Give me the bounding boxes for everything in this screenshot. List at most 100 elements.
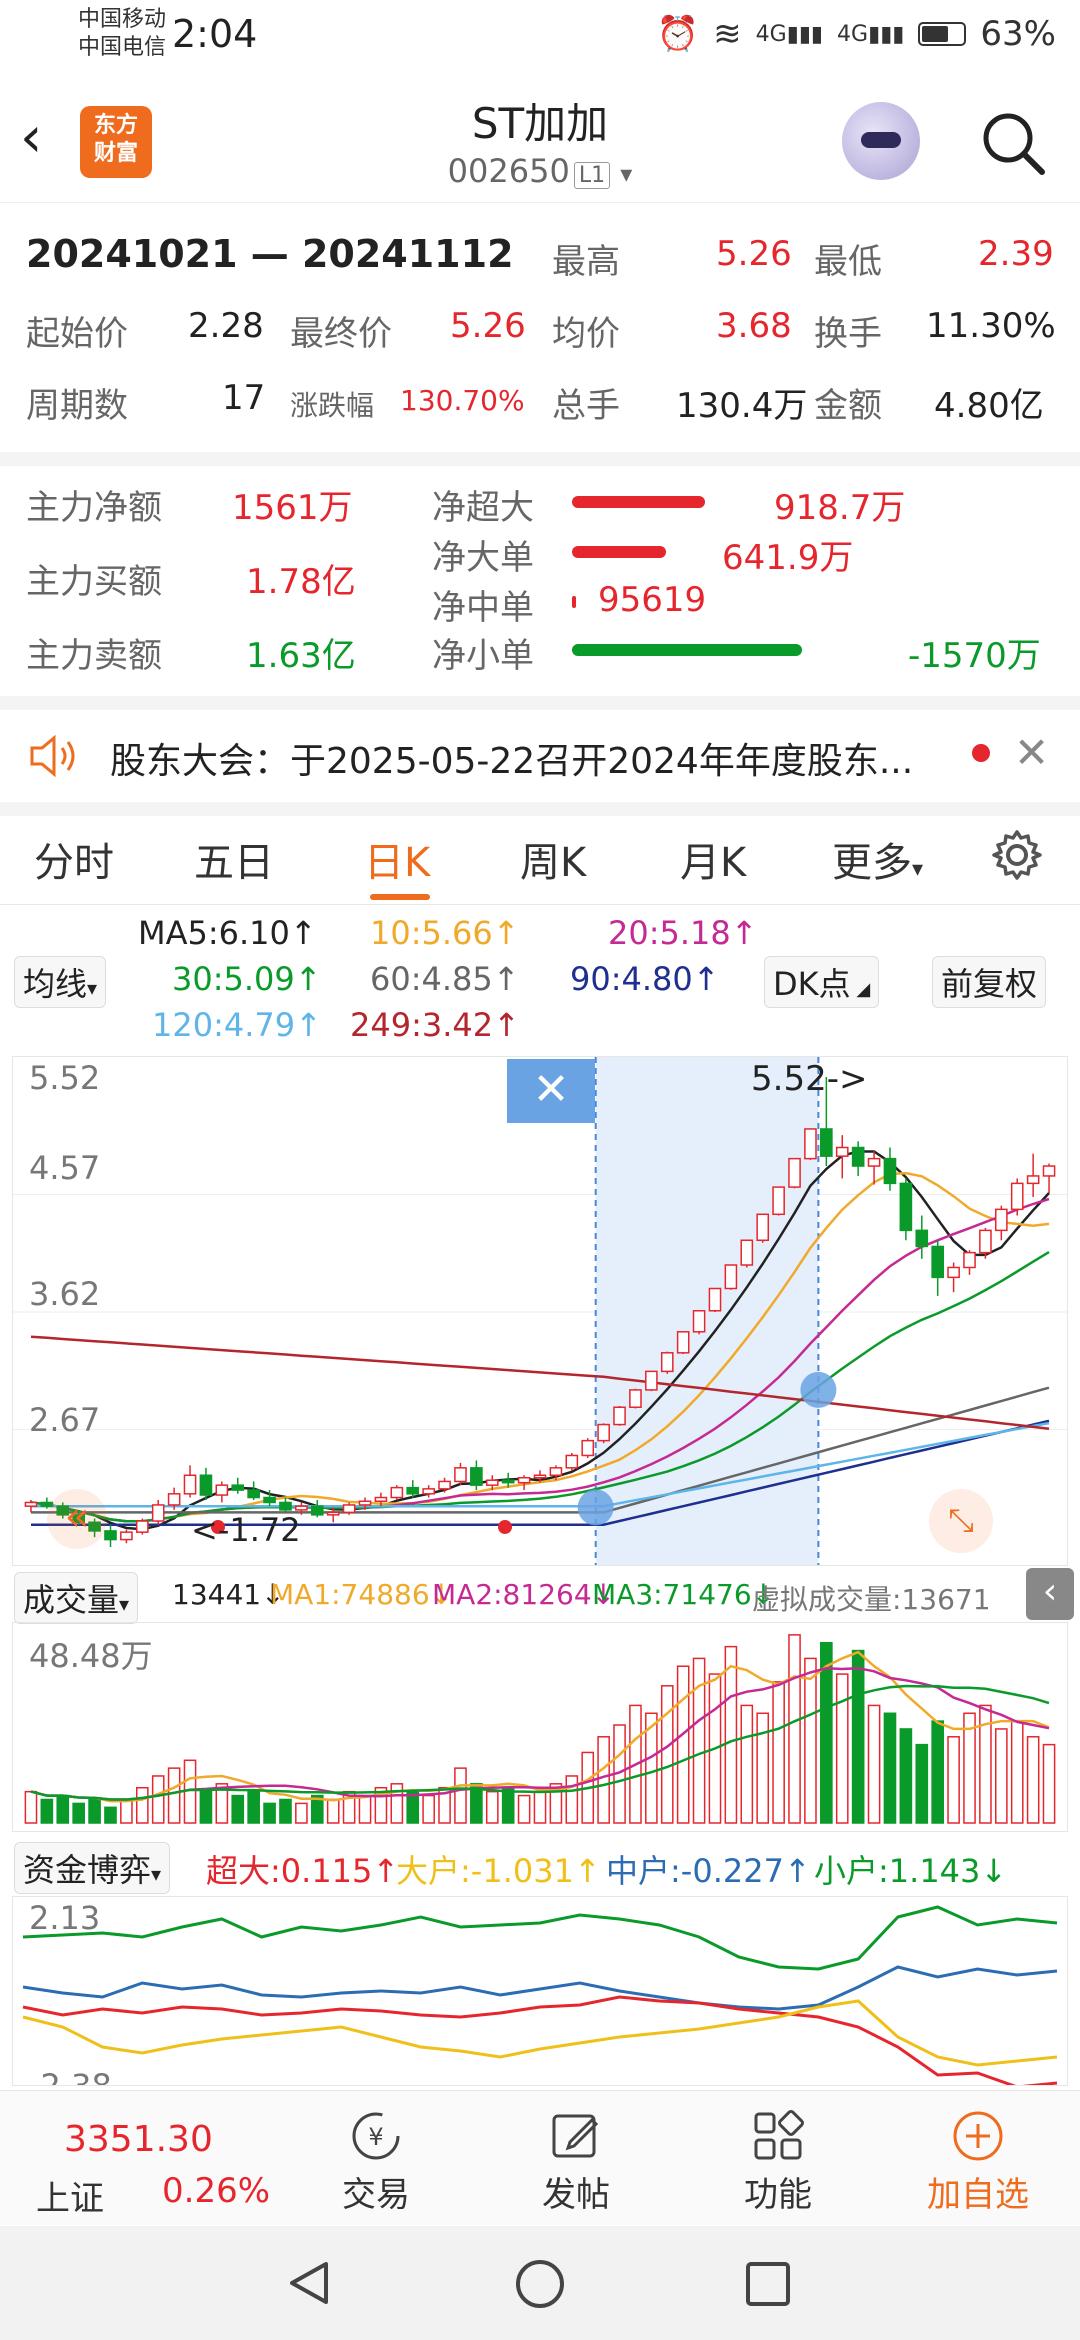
volume-bar: [263, 1802, 276, 1824]
candle: [915, 1229, 929, 1248]
tab-weekly-k[interactable]: 周K: [520, 830, 586, 888]
edit-icon: [506, 2105, 646, 2167]
fund-game-chart[interactable]: 2.13 -2.38: [12, 1896, 1068, 2086]
stock-title: ST加加: [471, 99, 609, 148]
level-badge: L1: [573, 162, 611, 189]
volume-header: 成交量▾ 13441↓ MA1:74886↓ MA2:81264↓ MA3:71…: [0, 1568, 1080, 1624]
svg-text:¥: ¥: [368, 2123, 383, 2151]
candle: [135, 1520, 149, 1533]
candle: [676, 1331, 690, 1354]
app-logo[interactable]: 东方 财富: [80, 106, 152, 178]
gear-icon[interactable]: [990, 828, 1044, 882]
candle: [740, 1239, 754, 1266]
volume-bar: [454, 1767, 467, 1824]
nav-post-label: 发帖: [542, 2175, 610, 2215]
volume-bar: [40, 1798, 54, 1824]
notice-text[interactable]: 股东大会：于2025-05-22召开2024年年度股东...: [110, 732, 913, 784]
status-bar: 中国移动 中国电信 2:04 ⏰ ≋ 4G▮▮▮ 4G▮▮▮ 63%: [0, 0, 1080, 72]
fund-line: [22, 1999, 1058, 2067]
nav-trade[interactable]: ¥ 交易: [306, 2105, 446, 2216]
candle: [788, 1157, 801, 1188]
carrier-labels: 中国移动 中国电信: [78, 6, 166, 62]
dk-point-button[interactable]: DK点 ◢: [764, 956, 880, 1008]
volume-axis-label: 48.48万: [29, 1637, 153, 1675]
volume-selector[interactable]: 成交量▾: [14, 1572, 139, 1624]
nav-post[interactable]: 发帖: [506, 2105, 646, 2216]
plus-circle-icon: [908, 2105, 1048, 2167]
notice-bar[interactable]: 股东大会：于2025-05-22召开2024年年度股东... ✕: [0, 710, 1080, 816]
candle: [295, 1505, 308, 1511]
volume-label: 总手: [552, 386, 620, 426]
tab-five-day[interactable]: 五日: [194, 830, 274, 888]
alarm-icon: ⏰: [656, 14, 700, 54]
tab-more[interactable]: 更多▾: [832, 830, 923, 888]
active-tab-indicator: [370, 894, 430, 900]
tab-daily-k[interactable]: 日K: [364, 830, 430, 888]
volume-bar: [88, 1798, 101, 1824]
kline-svg: [13, 1057, 1067, 1565]
event-dot: [498, 1520, 512, 1534]
volume-bar: [931, 1720, 945, 1824]
period-tabs: 分时 五日 日K 周K 月K 更多▾: [0, 816, 1080, 905]
low-label: 最低: [814, 242, 882, 282]
collapse-panel-icon[interactable]: ‹: [1026, 1568, 1074, 1620]
home-circle-icon[interactable]: [514, 2258, 566, 2314]
candle: [692, 1310, 706, 1333]
ma90-label: 90:4.80↑: [570, 960, 720, 998]
price-tick: 4.57: [29, 1149, 101, 1187]
candle: [422, 1488, 435, 1495]
stock-code[interactable]: 002650 L1 ▾: [340, 152, 740, 190]
stock-header: ‹ 东方 财富 ST加加 002650 L1 ▾: [0, 72, 1080, 203]
tab-intraday[interactable]: 分时: [34, 830, 114, 888]
candle: [326, 1511, 340, 1516]
large-bar: [572, 546, 666, 558]
volume-chart[interactable]: 48.48万: [12, 1622, 1068, 1832]
scroll-left-icon[interactable]: «: [47, 1489, 107, 1549]
volume-bar: [231, 1794, 245, 1824]
nav-add-watchlist[interactable]: 加自选: [908, 2105, 1048, 2216]
expand-icon[interactable]: ⤡: [929, 1489, 993, 1553]
grid-icon: [708, 2105, 848, 2167]
candle: [151, 1504, 165, 1522]
selection-band: [595, 1057, 819, 1565]
forward-adjust-button[interactable]: 前复权: [932, 956, 1047, 1008]
volume-bar: [517, 1794, 531, 1824]
nav-function[interactable]: 功能: [708, 2105, 848, 2216]
back-icon[interactable]: ‹: [20, 108, 70, 168]
fund-axis-bottom: -2.38: [29, 2067, 112, 2086]
back-triangle-icon[interactable]: [284, 2258, 334, 2312]
kline-chart[interactable]: 5.52 4.57 3.62 2.67 ✕ 5.52-> <-1.72 « ⤡: [12, 1056, 1068, 1566]
search-icon[interactable]: [978, 108, 1048, 178]
battery-icon: [918, 22, 967, 46]
volume-bar: [835, 1673, 849, 1824]
nav-trade-label: 交易: [342, 2175, 410, 2215]
recents-square-icon[interactable]: [744, 2260, 792, 2312]
volume-value: 130.4万: [676, 386, 808, 426]
candle: [358, 1500, 372, 1506]
candle: [199, 1474, 213, 1496]
date-range: 20241021 — 20241112: [26, 232, 514, 276]
long-ma-line: [30, 1335, 1050, 1431]
fund-axis-top: 2.13: [29, 1899, 101, 1937]
candle: [995, 1208, 1008, 1232]
candle: [1042, 1165, 1056, 1177]
candle: [804, 1128, 817, 1160]
candle: [549, 1467, 563, 1477]
index-change[interactable]: 0.26%: [162, 2171, 270, 2211]
candle: [517, 1476, 531, 1484]
tab-monthly-k[interactable]: 月K: [680, 830, 746, 888]
high-value: 5.26: [716, 234, 792, 274]
close-selection-icon[interactable]: ✕: [507, 1059, 595, 1123]
volume-bar: [390, 1783, 404, 1824]
close-icon[interactable]: ✕: [1014, 728, 1049, 777]
volume-bar: [104, 1806, 117, 1824]
fund-game-selector[interactable]: 资金博弈▾: [14, 1842, 171, 1894]
volume-bar: [167, 1767, 181, 1824]
small-bar: [572, 644, 802, 656]
index-name[interactable]: 上证: [36, 2171, 104, 2220]
ma-selector[interactable]: 均线▾: [14, 956, 107, 1008]
fund-line: [22, 1995, 1058, 2085]
carrier-1: 中国移动: [78, 7, 167, 32]
index-value[interactable]: 3351.30: [64, 2119, 213, 2160]
robot-avatar-icon[interactable]: [842, 102, 920, 180]
